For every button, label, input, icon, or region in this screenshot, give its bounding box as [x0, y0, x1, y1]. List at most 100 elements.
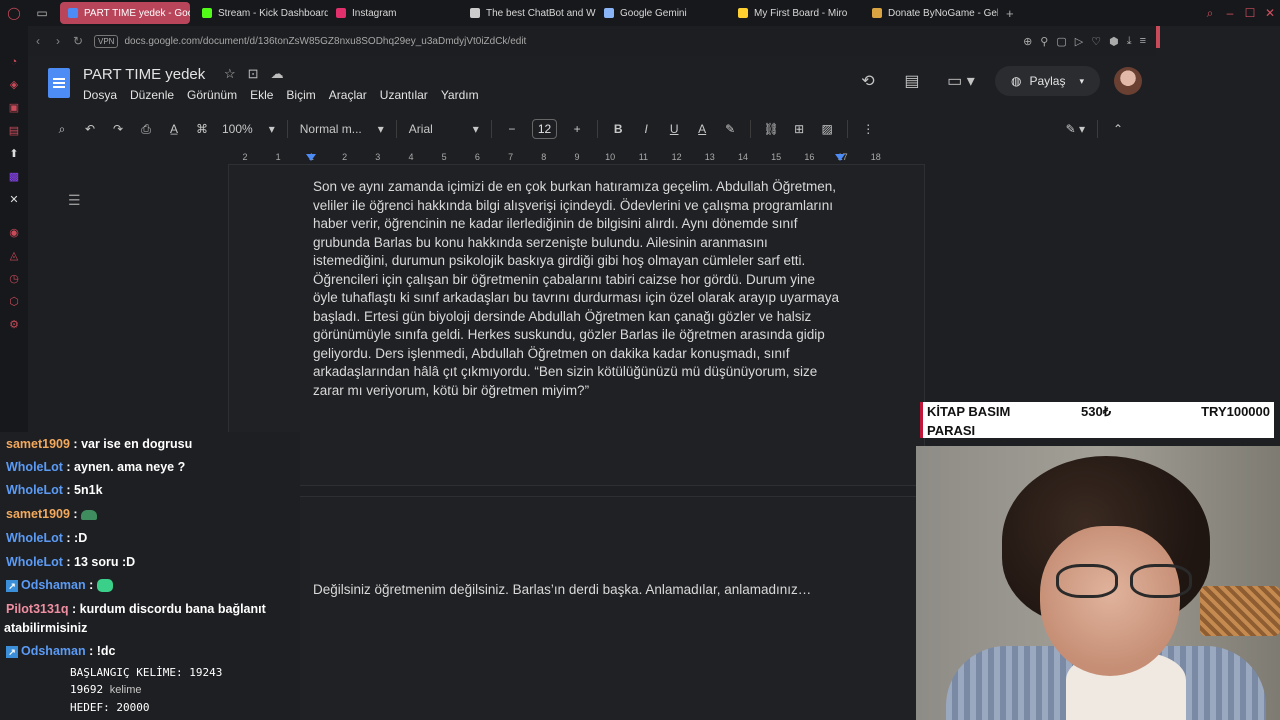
- menu-item[interactable]: Ekle: [250, 88, 273, 102]
- sidebar-twitch-icon[interactable]: ▩: [0, 165, 28, 188]
- download-icon[interactable]: ⤓: [1127, 35, 1132, 48]
- undo-icon[interactable]: ↶: [82, 122, 98, 136]
- globe-icon: ◍: [1010, 74, 1022, 88]
- chat-username[interactable]: WholeLot: [6, 531, 63, 545]
- chat-username[interactable]: samet1909: [6, 507, 70, 521]
- account-avatar[interactable]: [1114, 67, 1142, 95]
- zoom-icon[interactable]: ⊕: [1023, 35, 1032, 48]
- pin-icon[interactable]: ⚲: [1040, 35, 1048, 48]
- reload-icon[interactable]: ↻: [68, 34, 88, 48]
- comments-icon[interactable]: ▤: [897, 71, 927, 91]
- heart-icon[interactable]: ♡: [1091, 35, 1101, 48]
- insert-image-icon[interactable]: ▨: [819, 122, 835, 136]
- opera-logo-icon[interactable]: ◯: [0, 0, 28, 26]
- menu-item[interactable]: Uzantılar: [380, 88, 428, 102]
- more-options-icon[interactable]: ⋮: [860, 122, 876, 136]
- sidebar-extensions-icon[interactable]: ⬡: [0, 290, 28, 313]
- browser-tab[interactable]: The best ChatBot and W: [462, 0, 596, 26]
- browser-tab[interactable]: Google Gemini: [596, 0, 730, 26]
- ruler-number: 2: [342, 152, 348, 162]
- sidebar-history-icon[interactable]: ◈: [0, 73, 28, 96]
- menu-item[interactable]: Araçlar: [329, 88, 367, 102]
- sidebar-x-icon[interactable]: ✕: [0, 188, 28, 211]
- font-size-input[interactable]: 12: [531, 119, 558, 139]
- browser-tab[interactable]: Stream - Kick Dashboard: [194, 0, 328, 26]
- vpn-badge[interactable]: VPN: [94, 34, 119, 48]
- page-paragraph[interactable]: Son ve aynı zamanda içimizi de en çok bu…: [313, 178, 843, 400]
- new-tab-button[interactable]: +: [998, 0, 1022, 26]
- share-button[interactable]: ◍ Paylaş ▾: [994, 66, 1100, 96]
- browser-tab[interactable]: Instagram: [328, 0, 462, 26]
- menu-item[interactable]: Yardım: [441, 88, 479, 102]
- star-icon[interactable]: ☆: [224, 66, 236, 82]
- goal-target: TRY100000: [1201, 404, 1270, 419]
- page-paragraph[interactable]: Değilsiniz öğretmenim değilsiniz. Barlas…: [313, 581, 843, 600]
- highlight-icon[interactable]: ✎: [722, 122, 738, 136]
- sidebar-ai-icon[interactable]: ⬆: [0, 142, 28, 165]
- sidebar-clock-icon[interactable]: ◷: [0, 267, 28, 290]
- link-icon[interactable]: ⛓: [763, 122, 779, 136]
- sidebar-music-icon[interactable]: ▤: [0, 119, 28, 142]
- italic-button[interactable]: I: [638, 122, 654, 136]
- tab-switcher-icon[interactable]: ▭: [28, 0, 56, 26]
- chat-username[interactable]: WholeLot: [6, 460, 63, 474]
- menu-item[interactable]: Biçim: [286, 88, 315, 102]
- maximize-icon[interactable]: ☐: [1240, 6, 1260, 20]
- back-icon[interactable]: ‹: [28, 34, 48, 48]
- bold-button[interactable]: B: [610, 122, 626, 136]
- word-counter: BAŞLANGIÇ KELİME: 19243 19692 kelime HED…: [70, 664, 222, 716]
- menu-item[interactable]: Dosya: [83, 88, 117, 102]
- menu-item[interactable]: Düzenle: [130, 88, 174, 102]
- forward-icon[interactable]: ›: [48, 34, 68, 48]
- document-title[interactable]: PART TIME yedek: [83, 66, 205, 83]
- paint-format-icon[interactable]: ⌘: [194, 122, 210, 136]
- collapse-menus-icon[interactable]: ⌃: [1110, 122, 1126, 136]
- sidebar-messenger-icon[interactable]: ◔: [0, 50, 28, 73]
- url-field[interactable]: docs.google.com/document/d/136tonZsW85GZ…: [124, 36, 1023, 47]
- search-tabs-icon[interactable]: ⌕: [1200, 6, 1220, 21]
- extensions-icon[interactable]: ⬢: [1109, 35, 1119, 48]
- chat-username[interactable]: WholeLot: [6, 483, 63, 497]
- increase-font-size-button[interactable]: +: [569, 122, 585, 136]
- editing-mode-icon[interactable]: ✎ ▾: [1066, 122, 1085, 136]
- divider: [1097, 120, 1098, 138]
- browser-tab[interactable]: Donate ByNoGame - Gele: [864, 0, 998, 26]
- outline-icon[interactable]: ☰: [68, 192, 81, 209]
- redo-icon[interactable]: ↷: [110, 122, 126, 136]
- font-select[interactable]: Arial ▾: [409, 122, 479, 136]
- chat-username[interactable]: WholeLot: [6, 555, 63, 569]
- search-menus-icon[interactable]: ⌕: [54, 122, 70, 137]
- play-icon[interactable]: ▷: [1075, 35, 1083, 48]
- sidebar-player-icon[interactable]: ◉: [0, 221, 28, 244]
- style-select[interactable]: Normal m... ▾: [300, 122, 384, 136]
- chat-username[interactable]: Odshaman: [21, 578, 86, 592]
- move-folder-icon[interactable]: ⊡: [248, 66, 259, 82]
- meet-icon[interactable]: ▭ ▾: [941, 71, 981, 91]
- snapshot-icon[interactable]: ▢: [1056, 35, 1066, 48]
- decrease-font-size-button[interactable]: −: [504, 122, 520, 136]
- indent-marker-icon[interactable]: [835, 154, 845, 161]
- underline-button[interactable]: U: [666, 122, 682, 136]
- sidebar-chat-icon[interactable]: ▣: [0, 96, 28, 119]
- add-comment-icon[interactable]: ⊞: [791, 122, 807, 136]
- chat-username[interactable]: Pilot3131q: [6, 602, 69, 616]
- spellcheck-icon[interactable]: A̲: [166, 122, 182, 136]
- menu-item[interactable]: Görünüm: [187, 88, 237, 102]
- divider: [750, 120, 752, 138]
- cloud-status-icon[interactable]: ☁: [271, 66, 284, 82]
- sidebar-settings-icon[interactable]: ⚙: [0, 313, 28, 336]
- indent-marker-icon[interactable]: [306, 154, 316, 161]
- sidebar-pin-icon[interactable]: ◬: [0, 244, 28, 267]
- text-color-button[interactable]: A: [694, 122, 710, 136]
- browser-tab[interactable]: My First Board - Miro: [730, 0, 864, 26]
- browser-tab[interactable]: PART TIME yedek - Goog✕: [60, 2, 190, 24]
- easy-setup-icon[interactable]: ≡: [1140, 35, 1146, 48]
- version-history-icon[interactable]: ⟲: [853, 71, 883, 91]
- chat-username[interactable]: samet1909: [6, 437, 70, 451]
- close-window-icon[interactable]: ✕: [1260, 6, 1280, 20]
- docs-logo-icon[interactable]: [48, 68, 70, 98]
- minimize-icon[interactable]: –: [1220, 6, 1240, 20]
- print-icon[interactable]: ⎙: [138, 122, 154, 137]
- chat-username[interactable]: Odshaman: [21, 644, 86, 658]
- zoom-select[interactable]: 100% ▾: [222, 122, 275, 136]
